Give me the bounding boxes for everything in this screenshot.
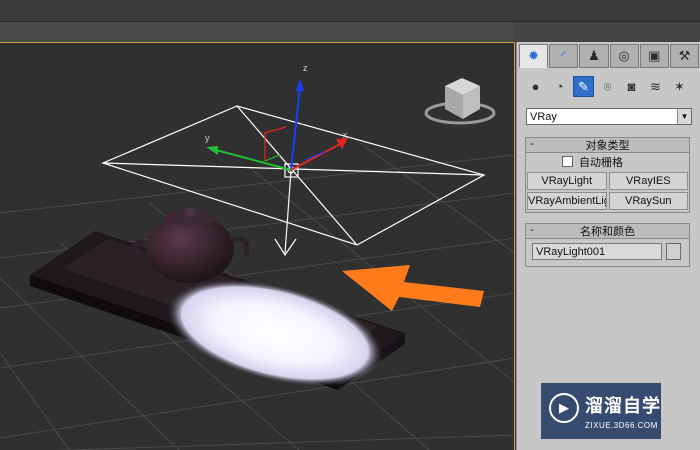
- object-name-field[interactable]: VRayLight001: [532, 243, 662, 260]
- axis-label-y: y: [205, 133, 210, 143]
- create-icon: ✹: [528, 48, 540, 63]
- cameras-icon[interactable]: ⌾: [597, 76, 618, 97]
- command-panel-tabs: ✹ ◜ ♟ ◎ ▣ ⚒: [519, 44, 700, 68]
- annotation-arrow: [342, 265, 484, 311]
- name-and-color-header[interactable]: - 名称和颜色: [526, 224, 689, 239]
- viewport-scene: z y x: [0, 63, 514, 450]
- object-type-title: 对象类型: [585, 140, 630, 152]
- watermark-title: 溜溜自学: [585, 396, 661, 417]
- hierarchy-icon: ♟: [588, 48, 600, 63]
- top-toolbar: [0, 0, 700, 22]
- name-and-color-rollout: - 名称和颜色 VRayLight001: [525, 223, 690, 267]
- helpers-icon[interactable]: ◙: [621, 76, 642, 97]
- collapse-toggle[interactable]: -: [530, 224, 534, 236]
- perspective-viewport[interactable]: z y x: [0, 42, 515, 450]
- chevron-down-icon[interactable]: ▼: [677, 109, 691, 124]
- motion-icon: ◎: [618, 48, 630, 63]
- shapes-icon[interactable]: ◔: [549, 76, 570, 97]
- viewcube-widget: [424, 78, 496, 125]
- vraysun-button[interactable]: VRaySun: [608, 192, 688, 210]
- lights-icon[interactable]: ✎: [573, 76, 594, 97]
- vraylight-button[interactable]: VRayLight: [527, 172, 607, 190]
- vrayies-button[interactable]: VRayIES: [608, 172, 688, 190]
- display-tab[interactable]: ▣: [639, 44, 669, 68]
- autogrid-label: 自动栅格: [579, 156, 623, 169]
- modify-tab[interactable]: ◜: [549, 44, 579, 68]
- create-category-row: ● ◔ ✎ ⌾ ◙ ≋ ✶: [525, 76, 697, 98]
- collapse-toggle[interactable]: -: [530, 138, 534, 150]
- light-type-value: VRay: [530, 110, 557, 123]
- modify-icon: ◜: [561, 48, 567, 63]
- axis-label-x: x: [343, 130, 348, 140]
- vrayambientlight-button[interactable]: VRayAmbientLight: [527, 192, 607, 210]
- hierarchy-tab[interactable]: ♟: [579, 44, 609, 68]
- play-icon: ▶: [549, 393, 579, 423]
- axis-label-z: z: [303, 63, 308, 73]
- systems-icon[interactable]: ✶: [669, 76, 690, 97]
- object-color-swatch[interactable]: [666, 243, 681, 260]
- watermark-url: ZIXUE.3D66.COM: [585, 421, 658, 430]
- transform-gizmo: [206, 79, 348, 171]
- autogrid-row: 自动栅格: [526, 153, 689, 170]
- name-row: VRayLight001: [526, 239, 689, 266]
- geometry-icon[interactable]: ●: [525, 76, 546, 97]
- object-type-header[interactable]: - 对象类型: [526, 138, 689, 153]
- light-buttons-grid: VRayLight VRayIES VRayAmbientLight VRayS…: [526, 170, 689, 212]
- viewport-label-strip: [0, 22, 515, 42]
- space-warps-icon[interactable]: ≋: [645, 76, 666, 97]
- name-and-color-title: 名称和颜色: [580, 226, 635, 238]
- autogrid-checkbox[interactable]: [562, 156, 573, 167]
- create-tab[interactable]: ✹: [519, 44, 549, 68]
- object-type-rollout: - 对象类型 自动栅格 VRayLight VRayIES VRayAmbien…: [525, 137, 690, 213]
- light-type-dropdown[interactable]: VRay ▼: [526, 108, 692, 125]
- motion-tab[interactable]: ◎: [609, 44, 639, 68]
- site-watermark: ▶ 溜溜自学 ZIXUE.3D66.COM: [541, 383, 661, 439]
- utilities-tab[interactable]: ⚒: [669, 44, 700, 68]
- utilities-icon: ⚒: [678, 48, 691, 63]
- display-icon: ▣: [648, 48, 661, 63]
